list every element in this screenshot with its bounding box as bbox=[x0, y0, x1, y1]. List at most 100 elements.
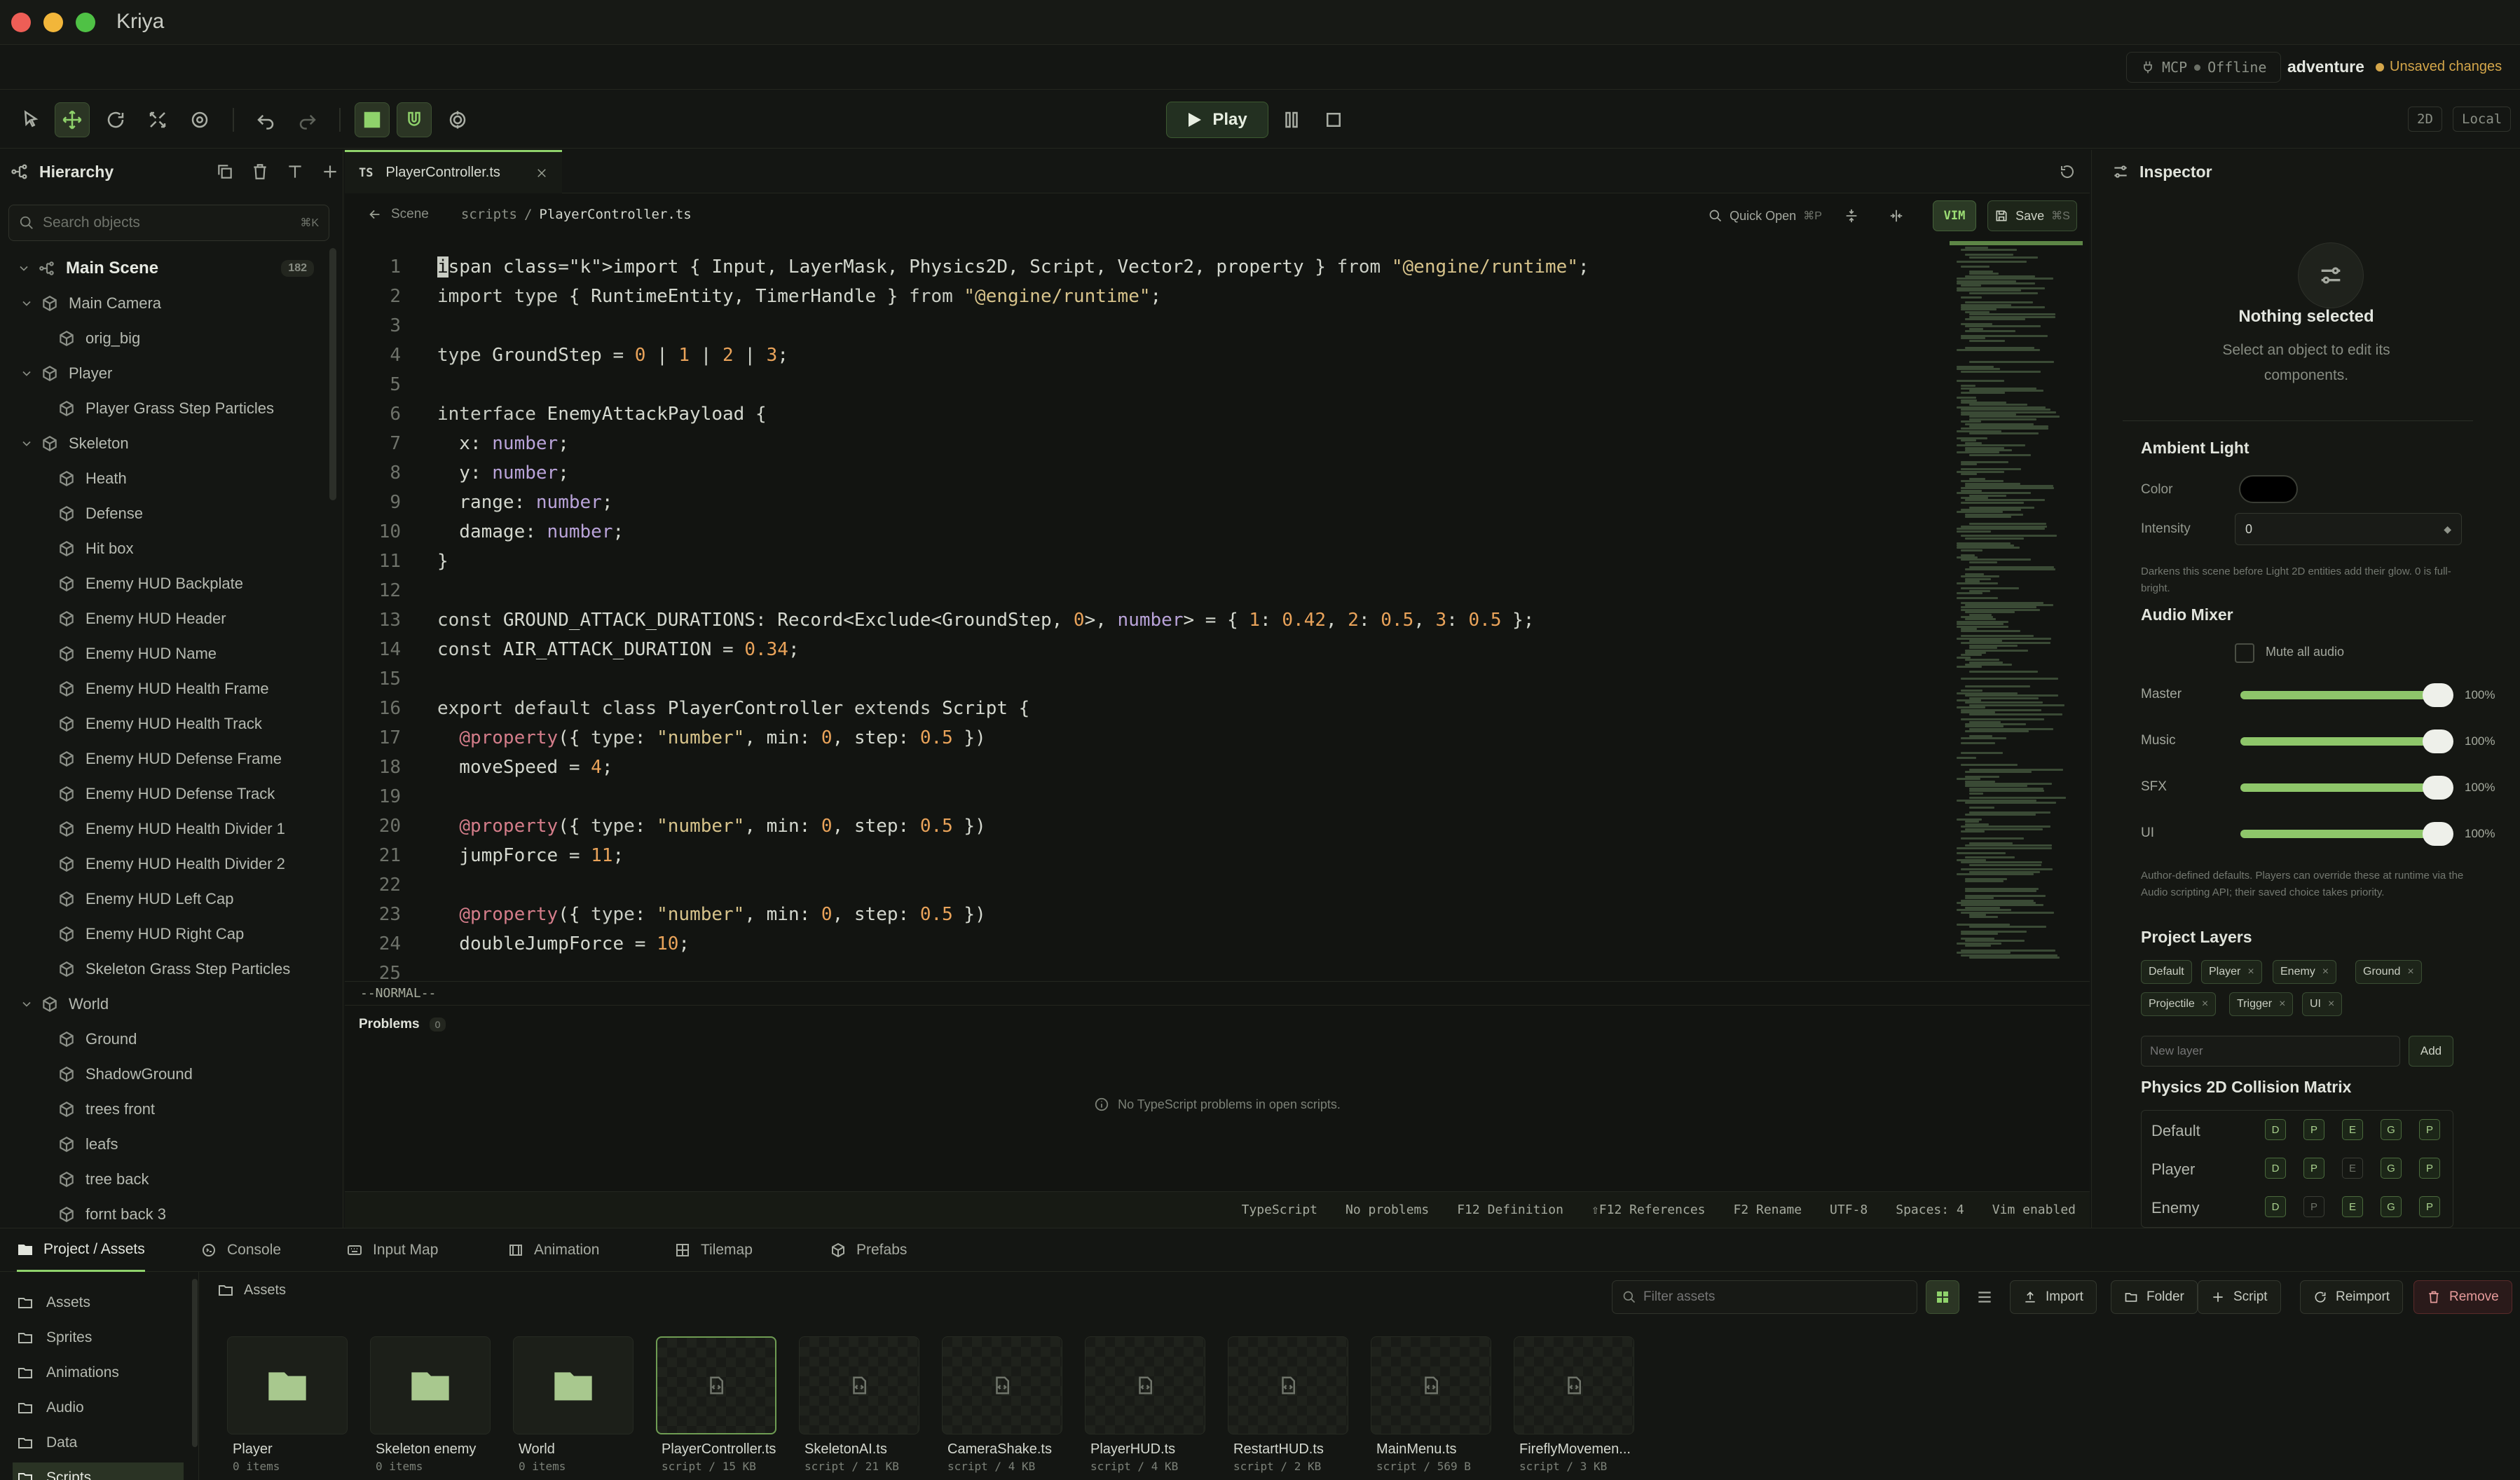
tree-item[interactable]: Enemy HUD Right Cap bbox=[0, 917, 329, 952]
revert-icon[interactable] bbox=[2059, 163, 2076, 180]
breadcrumb-folder[interactable]: scripts bbox=[461, 207, 517, 222]
tree-item[interactable]: tree back bbox=[0, 1162, 329, 1197]
asset-tile[interactable] bbox=[656, 1336, 776, 1434]
asset-action-button[interactable]: Remove bbox=[2413, 1280, 2512, 1314]
tree-item[interactable]: Defense bbox=[0, 496, 329, 531]
layer-chip[interactable]: Projectile × bbox=[2141, 992, 2217, 1016]
tree-item[interactable]: Enemy HUD Header bbox=[0, 601, 329, 636]
tree-item[interactable]: Main Scene 182 bbox=[0, 251, 329, 286]
remove-layer-icon[interactable]: × bbox=[2202, 998, 2208, 1010]
split-button[interactable] bbox=[1881, 200, 1912, 231]
play-button[interactable]: Play bbox=[1166, 102, 1268, 138]
tree-item[interactable]: Enemy HUD Left Cap bbox=[0, 882, 329, 917]
code-line[interactable]: range: number; bbox=[437, 488, 612, 517]
code-line[interactable]: @property({ type: "number", min: 0, step… bbox=[437, 900, 985, 929]
collision-toggle[interactable]: G bbox=[2381, 1158, 2402, 1179]
code-line[interactable]: type GroundStep = 0 | 1 | 2 | 3; bbox=[437, 341, 788, 370]
asset-action-button[interactable]: Import bbox=[2010, 1280, 2097, 1314]
bottom-tab[interactable]: Project / Assets bbox=[17, 1228, 145, 1272]
bottom-tab[interactable]: Animation bbox=[507, 1228, 599, 1272]
channel-slider-knob[interactable] bbox=[2423, 822, 2453, 846]
fold-button[interactable] bbox=[1836, 200, 1867, 231]
gizmo-toggle-button[interactable] bbox=[440, 102, 475, 137]
tree-item[interactable]: Skeleton bbox=[0, 426, 329, 461]
asset-folder[interactable]: Scripts bbox=[13, 1462, 184, 1480]
code-line[interactable]: const GROUND_ATTACK_DURATIONS: Record<Ex… bbox=[437, 605, 1534, 635]
asset-tile[interactable] bbox=[513, 1336, 634, 1434]
new-layer-input[interactable] bbox=[2150, 1044, 2391, 1058]
asset-action-button[interactable]: Folder bbox=[2111, 1280, 2198, 1314]
layer-chip[interactable]: Player × bbox=[2201, 960, 2262, 984]
code-line[interactable]: doubleJumpForce = 10; bbox=[437, 929, 690, 959]
add-layer-button[interactable]: Add bbox=[2409, 1036, 2453, 1067]
asset-action-button[interactable]: Reimport bbox=[2300, 1280, 2404, 1314]
collision-toggle[interactable]: D bbox=[2265, 1158, 2286, 1179]
vim-toggle[interactable]: VIM bbox=[1933, 200, 1976, 231]
undo-button[interactable] bbox=[248, 102, 283, 137]
trash-icon[interactable] bbox=[251, 163, 269, 181]
tree-item[interactable]: Enemy HUD Health Divider 1 bbox=[0, 811, 329, 847]
asset-folder[interactable]: Assets bbox=[17, 1287, 90, 1318]
asset-folder[interactable]: Animations bbox=[17, 1357, 119, 1388]
code-line[interactable]: jumpForce = 11; bbox=[437, 841, 624, 870]
asset-filter-input[interactable] bbox=[1643, 1289, 1907, 1305]
layer-chip[interactable]: UI × bbox=[2302, 992, 2343, 1016]
tree-item[interactable]: Enemy HUD Health Divider 2 bbox=[0, 847, 329, 882]
channel-slider-knob[interactable] bbox=[2423, 776, 2453, 800]
scale-tool-button[interactable] bbox=[140, 102, 175, 137]
mcp-status[interactable]: MCP Offline bbox=[2126, 52, 2282, 83]
asset-folder[interactable]: Audio bbox=[17, 1392, 84, 1423]
remove-layer-icon[interactable]: × bbox=[2328, 998, 2334, 1010]
asset-filter[interactable] bbox=[1612, 1280, 1917, 1314]
asset-tile[interactable] bbox=[1085, 1336, 1205, 1434]
collision-toggle[interactable]: P bbox=[2303, 1196, 2324, 1217]
search-input[interactable] bbox=[43, 214, 292, 231]
hierarchy-scrollbar[interactable] bbox=[329, 248, 336, 500]
tree-item[interactable]: Ground bbox=[0, 1022, 329, 1057]
collision-toggle[interactable]: P bbox=[2419, 1119, 2440, 1140]
remove-layer-icon[interactable]: × bbox=[2322, 966, 2329, 978]
layer-chip[interactable]: Trigger × bbox=[2229, 992, 2294, 1016]
redo-button[interactable] bbox=[290, 102, 325, 137]
quick-open-button[interactable]: Quick Open ⌘P bbox=[1706, 200, 1825, 231]
collision-toggle[interactable]: P bbox=[2419, 1196, 2440, 1217]
ambient-intensity-input[interactable]: 0 ◆ bbox=[2235, 513, 2462, 545]
editor-tab[interactable]: TS PlayerController.ts bbox=[345, 150, 562, 193]
code-line[interactable]: ispan class="k">import { Input, LayerMas… bbox=[437, 252, 1589, 282]
code-line[interactable]: moveSpeed = 4; bbox=[437, 753, 612, 782]
code-line[interactable]: y: number; bbox=[437, 458, 569, 488]
tree-item[interactable]: Enemy HUD Defense Track bbox=[0, 776, 329, 811]
layer-chip[interactable]: Default bbox=[2141, 960, 2192, 984]
pause-button[interactable] bbox=[1274, 102, 1309, 137]
plus-icon[interactable] bbox=[321, 163, 339, 181]
asset-action-button[interactable]: Script bbox=[2198, 1280, 2281, 1314]
ambient-color-swatch[interactable] bbox=[2239, 475, 2298, 503]
minimap-viewport[interactable] bbox=[1950, 241, 2083, 245]
layer-chip[interactable]: Enemy × bbox=[2273, 960, 2337, 984]
text-icon[interactable] bbox=[286, 163, 304, 181]
folders-scrollbar[interactable] bbox=[192, 1279, 198, 1447]
layer-chip[interactable]: Ground × bbox=[2355, 960, 2422, 984]
stepper-icon[interactable]: ◆ bbox=[2444, 523, 2451, 535]
channel-slider-knob[interactable] bbox=[2423, 683, 2453, 707]
tree-item[interactable]: Player Grass Step Particles bbox=[0, 391, 329, 426]
maximize-window-button[interactable] bbox=[76, 13, 95, 32]
grid-view-button[interactable] bbox=[1926, 1280, 1959, 1314]
collision-toggle[interactable]: E bbox=[2342, 1158, 2363, 1179]
bottom-tab[interactable]: Input Map bbox=[346, 1228, 438, 1272]
remove-layer-icon[interactable]: × bbox=[2247, 966, 2254, 978]
remove-layer-icon[interactable]: × bbox=[2407, 966, 2413, 978]
list-view-button[interactable] bbox=[1968, 1280, 2001, 1314]
code-line[interactable]: @property({ type: "number", min: 0, step… bbox=[437, 811, 985, 841]
tree-item[interactable]: Enemy HUD Health Track bbox=[0, 706, 329, 741]
collision-toggle[interactable]: G bbox=[2381, 1119, 2402, 1140]
tree-item[interactable]: Skeleton Grass Step Particles bbox=[0, 952, 329, 987]
tree-item[interactable]: Main Camera bbox=[0, 286, 329, 321]
tree-item[interactable]: ShadowGround bbox=[0, 1057, 329, 1092]
asset-tile[interactable] bbox=[1514, 1336, 1634, 1434]
code-line[interactable]: x: number; bbox=[437, 429, 569, 458]
save-button[interactable]: Save ⌘S bbox=[1987, 200, 2077, 231]
tree-item[interactable]: trees front bbox=[0, 1092, 329, 1127]
code-line[interactable]: import type { RuntimeEntity, TimerHandle… bbox=[437, 282, 1161, 311]
code-minimap[interactable] bbox=[1950, 241, 2083, 977]
